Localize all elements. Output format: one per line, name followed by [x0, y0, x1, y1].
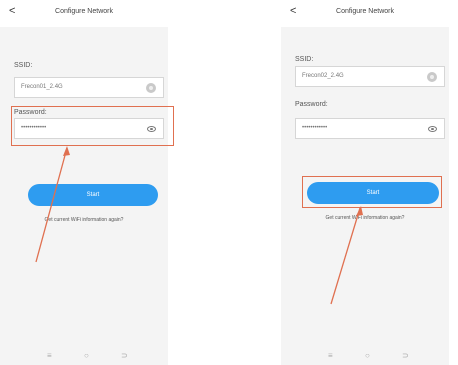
menu-icon[interactable]: ≡ [47, 351, 52, 360]
wifi-select-icon[interactable] [146, 83, 156, 93]
ssid-value: Frecon02_2.4G [302, 73, 344, 79]
phone-screen-right: < Configure Network SSID: Frecon02_2.4G … [281, 0, 449, 365]
system-nav-bar: ≡ ○ ⊃ [281, 346, 449, 365]
wifi-select-icon[interactable] [427, 72, 437, 82]
return-icon[interactable]: ⊃ [402, 351, 409, 360]
ssid-label: SSID: [295, 56, 314, 63]
page-title: Configure Network [55, 8, 113, 15]
wifi-info-link[interactable]: Get current WiFi information again? [281, 215, 449, 221]
highlight-box-start [302, 176, 442, 208]
system-nav-bar: ≡ ○ ⊃ [0, 346, 168, 365]
password-label: Password: [295, 101, 328, 108]
password-value: •••••••••••• [302, 125, 328, 131]
password-field[interactable]: •••••••••••• [295, 118, 445, 139]
wifi-info-link[interactable]: Get current WiFi information again? [0, 217, 168, 223]
phone-screen-left: < Configure Network SSID: Frecon01_2.4G … [0, 0, 174, 365]
menu-icon[interactable]: ≡ [328, 351, 333, 360]
home-icon[interactable]: ○ [84, 351, 89, 360]
eye-icon[interactable] [428, 126, 437, 132]
return-icon[interactable]: ⊃ [121, 351, 128, 360]
ssid-value: Frecon01_2.4G [21, 84, 63, 90]
home-icon[interactable]: ○ [365, 351, 370, 360]
top-bar: < Configure Network [281, 0, 449, 27]
start-button[interactable]: Start [28, 184, 158, 206]
page-title: Configure Network [336, 8, 394, 15]
ssid-field[interactable]: Frecon01_2.4G [14, 77, 164, 98]
ssid-label: SSID: [14, 62, 33, 69]
ssid-field[interactable]: Frecon02_2.4G [295, 66, 445, 87]
highlight-box-password [11, 106, 174, 146]
top-bar: < Configure Network [0, 0, 168, 27]
